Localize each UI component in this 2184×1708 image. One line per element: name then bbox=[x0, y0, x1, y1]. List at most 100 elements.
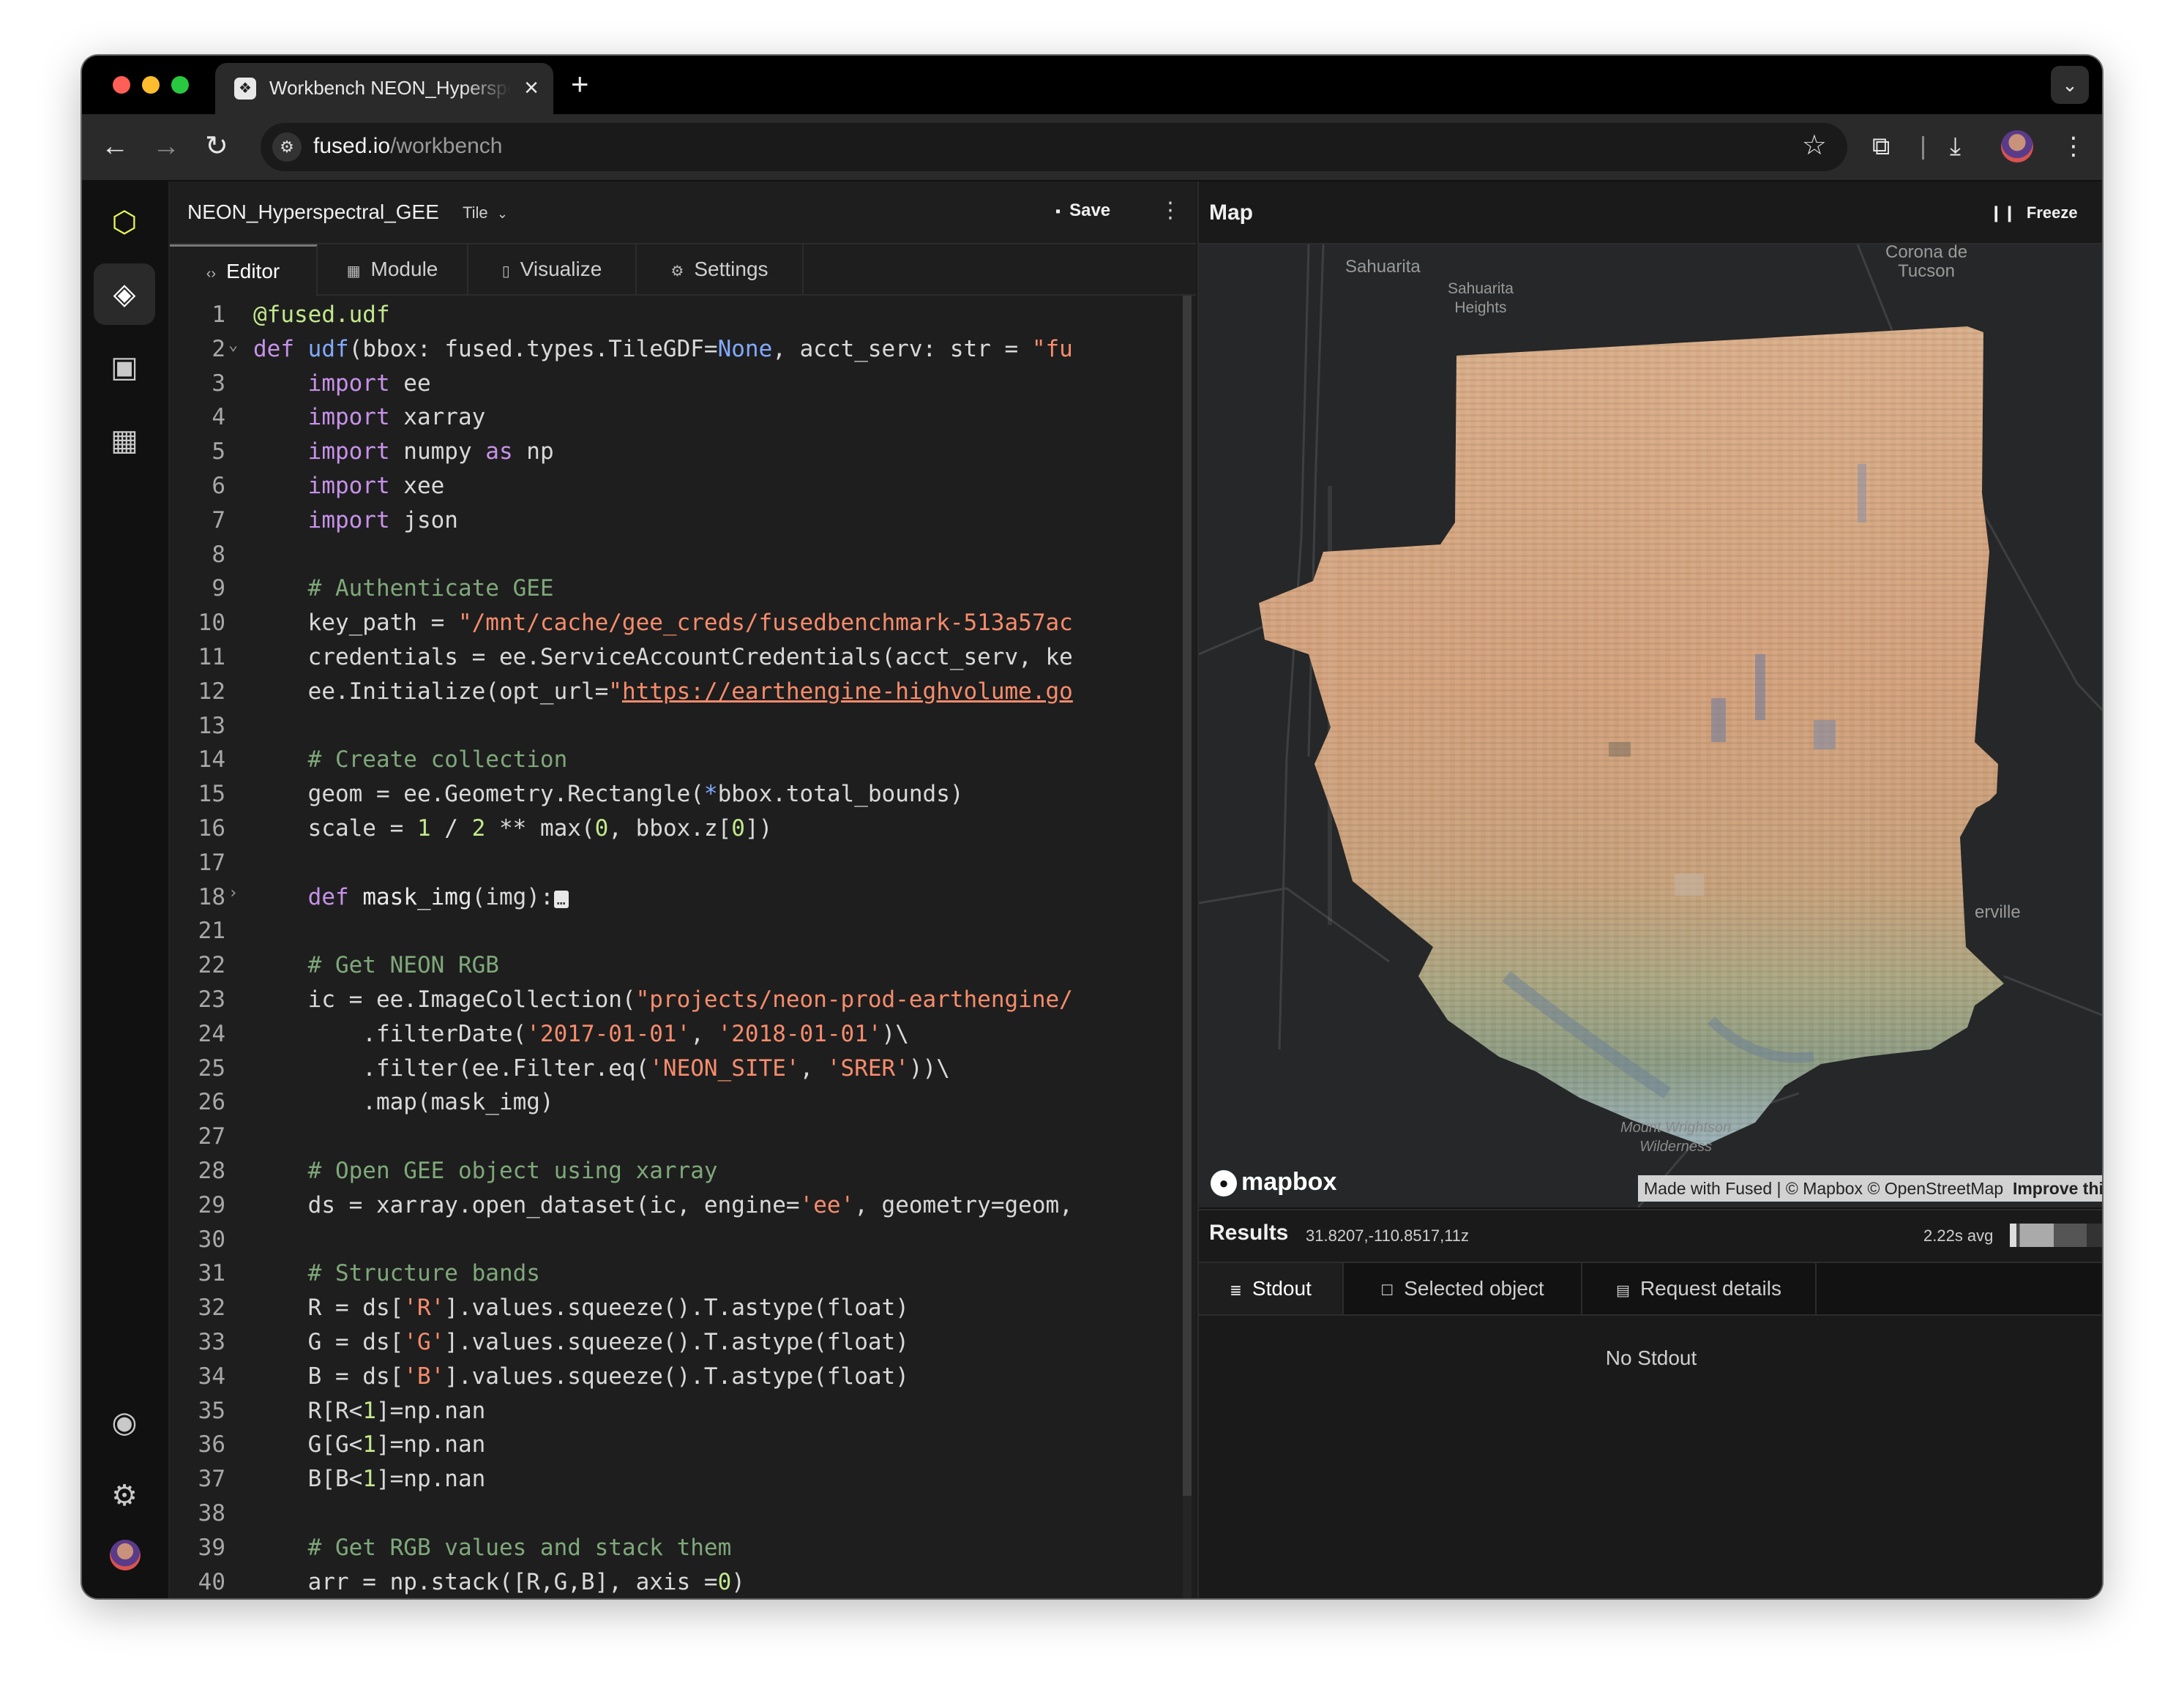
code-line[interactable]: 21 bbox=[170, 918, 1181, 951]
maximize-window-button[interactable] bbox=[171, 76, 189, 94]
editor-scrollbar-thumb[interactable] bbox=[1183, 296, 1192, 1496]
freeze-chevron-icon[interactable]: ⌄ bbox=[2099, 201, 2102, 220]
settings-gear-icon[interactable]: ⚙ bbox=[94, 1465, 155, 1527]
code-line[interactable]: 35 R[R<1]=np.nan bbox=[170, 1398, 1181, 1431]
fused-logo-icon[interactable]: ⬡ bbox=[94, 192, 155, 253]
code-line[interactable]: 9 # Authenticate GEE bbox=[170, 575, 1181, 608]
fold-collapse-icon[interactable]: ⌄ bbox=[228, 336, 238, 354]
line-number: 27 bbox=[198, 1123, 225, 1150]
code-line[interactable]: 13 bbox=[170, 713, 1181, 746]
reload-icon[interactable]: ↻ bbox=[205, 129, 228, 164]
code-line[interactable]: 18 › def mask_img(img):… bbox=[170, 884, 1181, 917]
code-line[interactable]: 5 import numpy as np bbox=[170, 438, 1181, 471]
forward-arrow-icon[interactable]: → bbox=[152, 129, 180, 164]
code-line[interactable]: 10 key_path = "/mnt/cache/gee_creds/fuse… bbox=[170, 610, 1181, 643]
fold-expand-icon[interactable]: › bbox=[228, 884, 238, 902]
address-bar[interactable]: ⚙ fused.io/workbench ☆ bbox=[261, 123, 1847, 171]
udf-type-dropdown[interactable]: Tile ⌄ bbox=[463, 203, 508, 222]
code-line[interactable]: 2 ⌄ def udf(bbox: fused.types.TileGDF=None… bbox=[170, 336, 1181, 369]
browser-window: ❖ Workbench NEON_Hyperspectral_GEE × + ⌄… bbox=[82, 56, 2102, 1598]
tab-search-chevron-icon[interactable]: ⌄ bbox=[2051, 66, 2089, 104]
code-line[interactable]: 40 arr = np.stack([R,G,B], axis =0) bbox=[170, 1569, 1181, 1598]
code-text: arr = np.stack([R,G,B], axis =0) bbox=[253, 1568, 745, 1595]
code-line[interactable]: 3 import ee bbox=[170, 370, 1181, 403]
catalog-grid-icon[interactable]: ▦ bbox=[94, 410, 155, 471]
code-line[interactable]: 6 import xee bbox=[170, 473, 1181, 506]
tab-stdout[interactable]: ≣ Stdout bbox=[1199, 1263, 1344, 1314]
code-line[interactable]: 7 import json bbox=[170, 507, 1181, 540]
code-line[interactable]: 39 # Get RGB values and stack them bbox=[170, 1535, 1181, 1567]
save-button[interactable]: ▪ Save bbox=[1055, 201, 1110, 221]
map-canvas[interactable]: Sahuarita Sahuarita Heights Corona de Tu… bbox=[1199, 244, 2102, 1207]
code-line[interactable]: 36 G[G<1]=np.nan bbox=[170, 1431, 1181, 1464]
editor-scrollbar[interactable] bbox=[1183, 296, 1192, 1598]
code-line[interactable]: 37 B[B<1]=np.nan bbox=[170, 1466, 1181, 1499]
browser-tab[interactable]: ❖ Workbench NEON_Hyperspectral_GEE × bbox=[215, 63, 553, 114]
layers-nav-icon[interactable]: ◈ bbox=[94, 263, 155, 325]
code-line[interactable]: 30 bbox=[170, 1226, 1181, 1259]
line-number: 15 bbox=[198, 781, 225, 808]
code-line[interactable]: 12 ee.Initialize(opt_url="https://earthe… bbox=[170, 678, 1181, 711]
code-line[interactable]: 14 # Create collection bbox=[170, 746, 1181, 779]
back-arrow-icon[interactable]: ← bbox=[101, 129, 129, 164]
minimize-window-button[interactable] bbox=[142, 76, 160, 94]
line-number: 40 bbox=[198, 1568, 225, 1595]
code-line[interactable]: 17 bbox=[170, 850, 1181, 883]
bookmark-star-icon[interactable]: ☆ bbox=[1802, 129, 1827, 162]
tab-module[interactable]: ▦ Module bbox=[318, 244, 468, 294]
improve-map-link[interactable]: Improve this map bbox=[2013, 1179, 2102, 1198]
map-attribution[interactable]: Made with Fused | © Mapbox © OpenStreetM… bbox=[1638, 1175, 2102, 1202]
user-avatar[interactable] bbox=[110, 1540, 141, 1570]
line-number: 30 bbox=[198, 1226, 225, 1253]
code-line[interactable]: 27 bbox=[170, 1123, 1181, 1156]
tab-selected-object[interactable]: ☐ Selected object bbox=[1344, 1263, 1582, 1314]
line-number: 11 bbox=[198, 644, 225, 670]
tab-request-details[interactable]: ▤ Request details bbox=[1582, 1263, 1817, 1314]
docs-compass-icon[interactable]: ◉ bbox=[94, 1392, 155, 1453]
code-line[interactable]: 8 bbox=[170, 542, 1181, 574]
add-folder-icon[interactable]: ▣ bbox=[94, 337, 155, 398]
tab-visualize[interactable]: ▯ Visualize bbox=[468, 244, 637, 294]
code-line[interactable]: 4 import xarray bbox=[170, 404, 1181, 437]
code-line[interactable]: 1 @fused.udf bbox=[170, 301, 1181, 334]
code-line[interactable]: 16 scale = 1 / 2 ** max(0, bbox.z[0]) bbox=[170, 815, 1181, 848]
tab-editor[interactable]: ‹› Editor bbox=[170, 244, 318, 296]
tab-settings[interactable]: ⚙ Settings bbox=[637, 244, 804, 294]
close-window-button[interactable] bbox=[113, 76, 130, 94]
code-line[interactable]: 26 .map(mask_img) bbox=[170, 1089, 1181, 1122]
udf-name[interactable]: NEON_Hyperspectral_GEE bbox=[187, 201, 439, 224]
site-settings-icon[interactable]: ⚙ bbox=[272, 132, 302, 162]
line-number: 22 bbox=[198, 952, 225, 979]
code-line[interactable]: 28 # Open GEE object using xarray bbox=[170, 1158, 1181, 1191]
code-line[interactable]: 33 G = ds['G'].values.squeeze().T.astype… bbox=[170, 1329, 1181, 1362]
code-line[interactable]: 22 # Get NEON RGB bbox=[170, 952, 1181, 985]
code-line[interactable]: 11 credentials = ee.ServiceAccountCreden… bbox=[170, 644, 1181, 677]
code-line[interactable]: 15 geom = ee.Geometry.Rectangle(*bbox.to… bbox=[170, 781, 1181, 814]
close-tab-icon[interactable]: × bbox=[524, 73, 539, 102]
code-line[interactable]: 38 bbox=[170, 1500, 1181, 1533]
browser-menu-icon[interactable]: ⋮ bbox=[2061, 130, 2086, 162]
download-icon[interactable]: ⤓ bbox=[1950, 130, 1961, 162]
url-text[interactable]: fused.io/workbench bbox=[313, 134, 503, 159]
code-line[interactable]: 31 # Structure bands bbox=[170, 1260, 1181, 1293]
browser-toolbar: ← → ↻ ⚙ fused.io/workbench ☆ ⧉ ⤓ ⋮ bbox=[82, 114, 2102, 181]
editor-kebab-icon[interactable]: ⋮ bbox=[1159, 198, 1181, 223]
new-tab-icon[interactable]: + bbox=[571, 67, 589, 101]
freeze-button[interactable]: ❙❙ Freeze bbox=[1989, 203, 2078, 222]
code-line[interactable]: 29 ds = xarray.open_dataset(ic, engine='… bbox=[170, 1192, 1181, 1225]
code-text: def mask_img(img):… bbox=[253, 884, 569, 910]
square-icon: ☐ bbox=[1380, 1283, 1394, 1299]
code-line[interactable]: 25 .filter(ee.Filter.eq('NEON_SITE', 'SR… bbox=[170, 1055, 1181, 1088]
code-line[interactable]: 32 R = ds['R'].values.squeeze().T.astype… bbox=[170, 1295, 1181, 1327]
map-label-mount-wrightson: Mount Wrightson Wilderness bbox=[1620, 1120, 1732, 1155]
extensions-puzzle-icon[interactable]: ⧉ bbox=[1872, 130, 1890, 162]
code-editor[interactable]: 1 @fused.udf 2 ⌄ def udf(bbox: fused.types.T… bbox=[170, 296, 1181, 1598]
mapbox-logo[interactable]: ● mapbox bbox=[1211, 1168, 1336, 1197]
code-line[interactable]: 23 ic = ee.ImageCollection("projects/neo… bbox=[170, 986, 1181, 1019]
code-line[interactable]: 24 .filterDate('2017-01-01', '2018-01-01… bbox=[170, 1021, 1181, 1054]
map-label-sahuarita-heights: Sahuarita Heights bbox=[1448, 280, 1514, 316]
code-text: # Create collection bbox=[307, 746, 568, 774]
code-line[interactable]: 34 B = ds['B'].values.squeeze().T.astype… bbox=[170, 1363, 1181, 1396]
profile-avatar[interactable] bbox=[2001, 130, 2033, 162]
line-number: 9 bbox=[212, 575, 225, 602]
